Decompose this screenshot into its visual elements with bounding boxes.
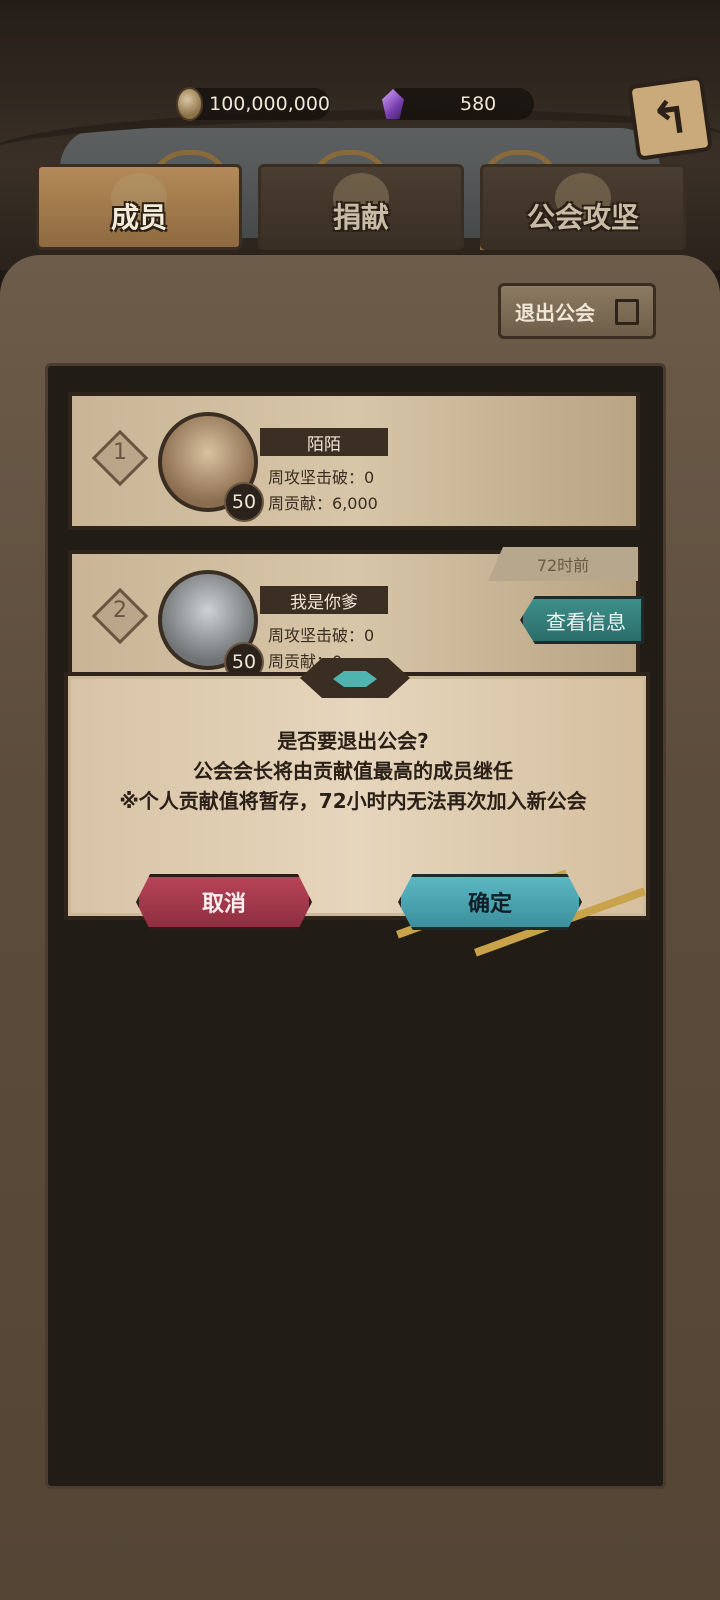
last-online-tag: 72时前 [488,547,638,581]
exit-door-icon [615,299,639,325]
back-arrow-icon: ↰ [647,88,693,148]
leave-guild-button[interactable]: 退出公会 [498,283,656,339]
tab-guild-raid[interactable]: 公会攻坚 [480,164,686,250]
tab-donate[interactable]: 捐献 [258,164,464,250]
gem-counter: 580 [382,88,534,120]
level-badge: 50 [224,482,264,522]
coin-counter: 100,000,000 [176,87,330,121]
gem-amount: 580 [460,93,497,115]
back-button[interactable]: ↰ [627,75,713,161]
dialog-line: ※个人贡献值将暂存，72小时内无法再次加入新公会 [119,789,587,813]
view-info-button[interactable]: 查看信息 [520,596,644,644]
weekly-raid-stat: 周攻坚击破：0 [268,468,375,487]
rank-number: 1 [113,440,127,465]
weekly-contribution-stat: 周贡献：6,000 [268,494,378,513]
member-card[interactable]: 1 50 陌陌 周攻坚击破：0 周贡献：6,000 [68,392,640,530]
member-name: 陌陌 [260,428,388,456]
cancel-button[interactable]: 取消 [136,874,312,930]
confirm-button[interactable]: 确定 [398,874,582,930]
coin-icon [176,87,204,121]
dialog-message: 是否要退出公会? 公会会长将由贡献值最高的成员继任 ※个人贡献值将暂存，72小时… [64,726,642,816]
tab-members[interactable]: 成员 [36,164,242,250]
weekly-raid-stat: 周攻坚击破：0 [268,626,375,645]
member-list[interactable] [45,363,666,1489]
dialog-title: 是否要退出公会? [277,729,429,753]
dialog-line: 公会会长将由贡献值最高的成员继任 [193,759,513,783]
rank-number: 2 [113,598,127,623]
coin-amount: 100,000,000 [209,93,330,115]
member-name: 我是你爹 [260,586,388,614]
